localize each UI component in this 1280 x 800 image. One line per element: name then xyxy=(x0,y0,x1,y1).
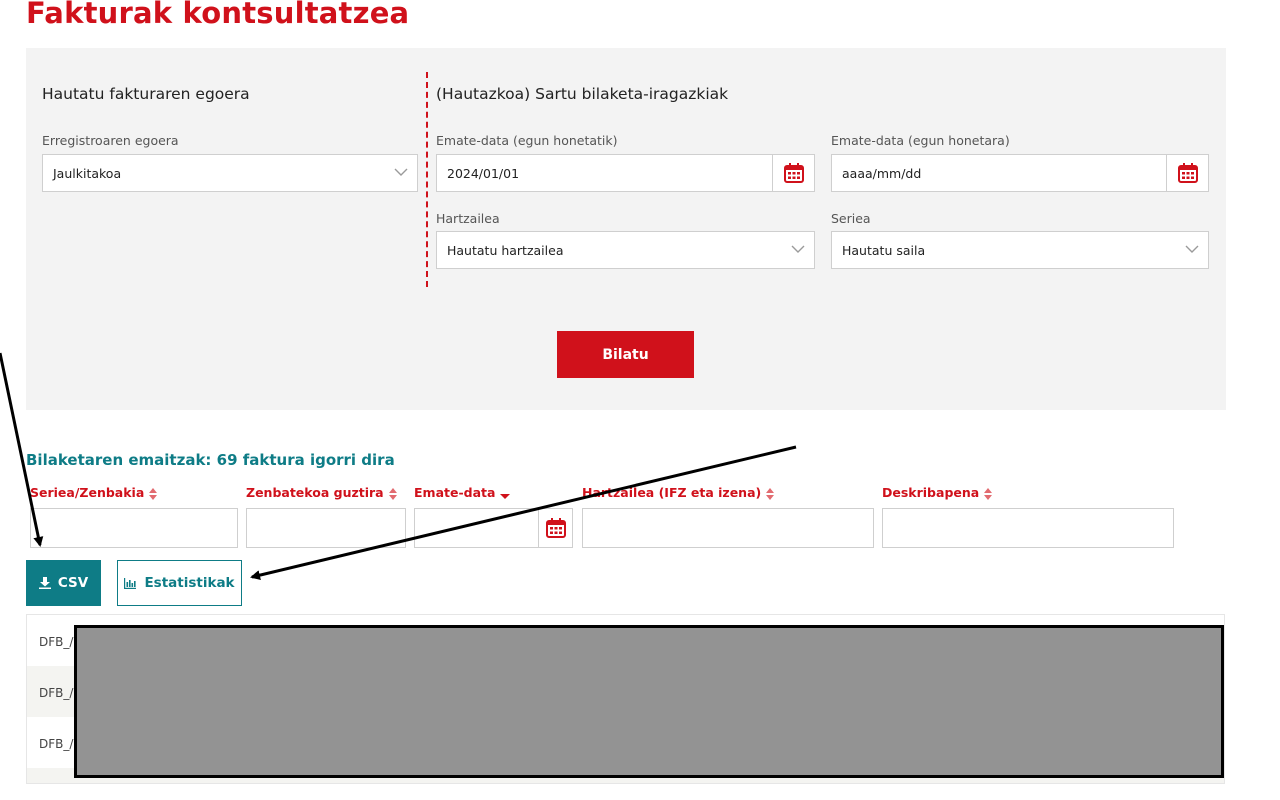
recipient-select-value: Hautatu hartzailea xyxy=(447,243,564,258)
statistics-label: Estatistikak xyxy=(144,575,235,591)
series-select[interactable]: Hautatu saila xyxy=(831,231,1209,269)
recipient-label: Hartzailea xyxy=(436,211,500,226)
col-header-label: Zenbatekoa guztira xyxy=(246,485,384,500)
col-header-label: Hartzailea (IFZ eta izena) xyxy=(582,485,762,500)
issue-date-filter-input[interactable] xyxy=(414,508,573,548)
total-amount-filter-input[interactable] xyxy=(246,508,406,548)
col-header-label: Deskribapena xyxy=(882,485,980,500)
issue-date-calendar-button[interactable] xyxy=(538,509,572,547)
col-header-issue-date[interactable]: Emate-data xyxy=(414,485,511,501)
redaction-box xyxy=(74,625,1224,778)
date-from-label: Emate-data (egun honetatik) xyxy=(436,133,618,148)
calendar-icon xyxy=(783,163,804,183)
section-divider xyxy=(426,72,428,287)
col-header-label: Emate-data xyxy=(414,485,496,500)
col-header-label: Seriea/Zenbakia xyxy=(30,485,145,500)
chevron-down-icon xyxy=(1185,245,1199,253)
search-button[interactable]: Bilatu xyxy=(557,331,694,378)
sort-icon xyxy=(388,487,397,500)
status-field-label: Erregistroaren egoera xyxy=(42,133,179,148)
series-number-filter-input[interactable] xyxy=(30,508,238,548)
date-from-calendar-button[interactable] xyxy=(772,155,814,191)
bar-chart-icon xyxy=(124,577,137,589)
col-header-total-amount[interactable]: Zenbatekoa guztira xyxy=(246,485,398,501)
series-select-value: Hautatu saila xyxy=(842,243,926,258)
filters-section-heading: (Hautazkoa) Sartu bilaketa-iragazkiak xyxy=(436,85,729,103)
chevron-down-icon xyxy=(791,245,805,253)
sort-icon xyxy=(766,487,775,500)
status-select[interactable]: Jaulkitakoa xyxy=(42,154,418,192)
sort-desc-icon xyxy=(500,493,511,499)
recipient-filter-input[interactable] xyxy=(582,508,874,548)
series-label: Seriea xyxy=(831,211,871,226)
csv-export-button[interactable]: CSV xyxy=(26,560,101,606)
sort-icon xyxy=(984,487,993,500)
series-number-cell: DFB_/ xyxy=(39,737,74,751)
description-filter-input[interactable] xyxy=(882,508,1174,548)
chevron-down-icon xyxy=(394,168,408,176)
calendar-icon xyxy=(1177,163,1198,183)
filter-panel: Hautatu fakturaren egoera Erregistroaren… xyxy=(26,48,1226,410)
date-to-field[interactable]: aaaa/mm/dd xyxy=(831,154,1209,192)
col-header-series-number[interactable]: Seriea/Zenbakia xyxy=(30,485,158,501)
download-icon xyxy=(38,577,51,589)
results-heading: Bilaketaren emaitzak: 69 faktura igorri … xyxy=(26,451,395,469)
series-number-cell: DFB_/ xyxy=(39,686,74,700)
statistics-button[interactable]: Estatistikak xyxy=(117,560,242,606)
sort-icon xyxy=(149,487,158,500)
calendar-icon xyxy=(545,518,566,538)
col-header-recipient[interactable]: Hartzailea (IFZ eta izena) xyxy=(582,485,775,501)
date-from-field[interactable]: 2024/01/01 xyxy=(436,154,815,192)
recipient-select[interactable]: Hautatu hartzailea xyxy=(436,231,815,269)
date-from-value: 2024/01/01 xyxy=(447,166,520,181)
status-section-heading: Hautatu fakturaren egoera xyxy=(42,85,250,103)
page-title: Fakturak kontsultatzea xyxy=(26,0,410,30)
date-to-label: Emate-data (egun honetara) xyxy=(831,133,1010,148)
csv-label: CSV xyxy=(57,575,89,591)
series-number-cell: DFB_/ xyxy=(39,635,74,649)
date-to-placeholder: aaaa/mm/dd xyxy=(842,166,922,181)
col-header-description[interactable]: Deskribapena xyxy=(882,485,993,501)
date-to-calendar-button[interactable] xyxy=(1166,155,1208,191)
status-select-value: Jaulkitakoa xyxy=(53,166,122,181)
